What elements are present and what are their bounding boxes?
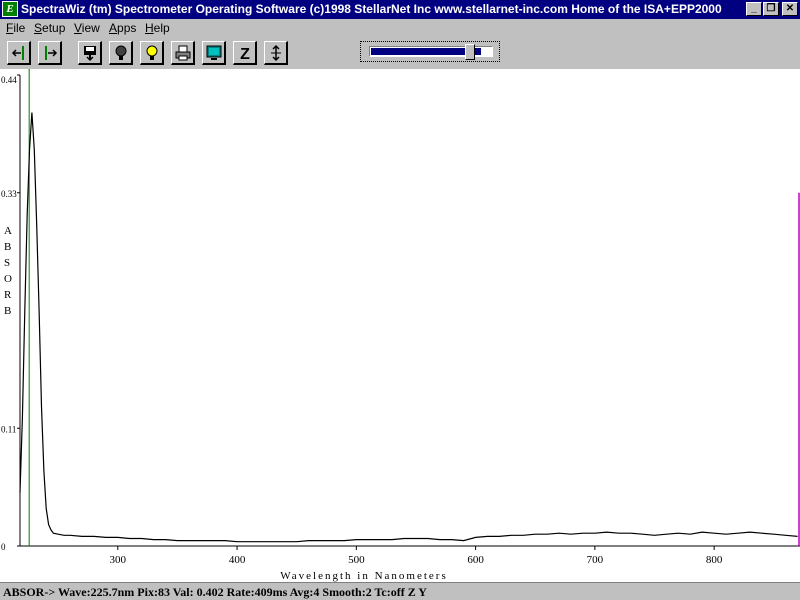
zoom-z-glyph: Z <box>240 46 250 62</box>
restore-button[interactable]: ❐ <box>763 2 779 16</box>
x-tick-label: 500 <box>348 554 365 566</box>
dark-reference-button[interactable] <box>109 41 133 65</box>
shift-left-button[interactable] <box>7 41 31 65</box>
autoscale-button[interactable] <box>264 41 288 65</box>
menu-help[interactable]: Help <box>145 21 170 35</box>
x-axis-label: Wavelength in Nanometers <box>280 570 447 582</box>
x-tick-label: 400 <box>229 554 246 566</box>
print-button[interactable] <box>171 41 195 65</box>
zoom-z-icon: Z <box>240 46 250 62</box>
title-bar[interactable]: E SpectraWiz (tm) Spectrometer Operating… <box>0 0 800 19</box>
status-readout: ABSOR-> Wave:225.7nm Pix:83 Val: 0.402 R… <box>3 585 427 599</box>
monitor-button[interactable] <box>202 41 226 65</box>
menu-apps[interactable]: Apps <box>109 21 136 35</box>
plot-axes <box>19 75 800 547</box>
autoscale-icon <box>271 44 281 62</box>
light-bulb-icon <box>146 45 158 60</box>
x-tick-label: 800 <box>706 554 723 566</box>
x-tick-label: 600 <box>467 554 484 566</box>
zoom-button[interactable]: Z <box>233 41 257 65</box>
x-tick-label: 300 <box>110 554 127 566</box>
y-label-letter: S <box>4 257 10 269</box>
y-label-letter: O <box>4 273 12 285</box>
app-icon[interactable]: E <box>2 1 18 17</box>
status-bar: ABSOR-> Wave:225.7nm Pix:83 Val: 0.402 R… <box>0 582 800 600</box>
spectrum-trace <box>19 112 798 543</box>
x-tick-label: 700 <box>587 554 604 566</box>
y-tick-label: 0.44 <box>1 75 17 85</box>
menu-file[interactable]: File <box>6 21 25 35</box>
y-label-letter: B <box>4 241 11 253</box>
y-label-letter: R <box>4 289 12 301</box>
slider-thumb[interactable] <box>465 44 475 60</box>
y-tick-label: 0 <box>1 542 6 552</box>
y-tick-label: 0.11 <box>1 424 16 434</box>
shift-right-icon <box>45 46 58 60</box>
light-reference-button[interactable] <box>140 41 164 65</box>
dark-bulb-icon <box>115 45 127 60</box>
integration-slider[interactable] <box>360 41 500 62</box>
menu-setup[interactable]: Setup <box>34 21 65 35</box>
y-tick-label: 0.33 <box>1 189 17 199</box>
monitor-icon <box>206 45 222 60</box>
save-disk-icon <box>84 46 96 62</box>
shift-left-icon <box>11 46 24 60</box>
menu-bar: File Setup View Apps Help <box>0 19 800 37</box>
window-title: SpectraWiz (tm) Spectrometer Operating S… <box>21 2 722 16</box>
print-icon <box>175 45 191 61</box>
save-button[interactable] <box>78 41 102 65</box>
shift-right-button[interactable] <box>38 41 62 65</box>
y-label-letter: B <box>4 305 11 317</box>
spectrum-chart[interactable]: 0 0.11 0.33 0.44 300 400 500 600 700 800 ABSORB … <box>0 69 800 582</box>
y-label-letter: A <box>4 225 12 237</box>
spectrum-plot[interactable]: 00.110.330.44 300 400 500 600 700 800 ABSORB … <box>0 69 800 582</box>
close-button[interactable]: ✕ <box>782 2 798 16</box>
menu-view[interactable]: View <box>74 21 100 35</box>
y-axis-label: ABSORB <box>4 225 12 317</box>
minimize-button[interactable]: _ <box>746 2 762 16</box>
